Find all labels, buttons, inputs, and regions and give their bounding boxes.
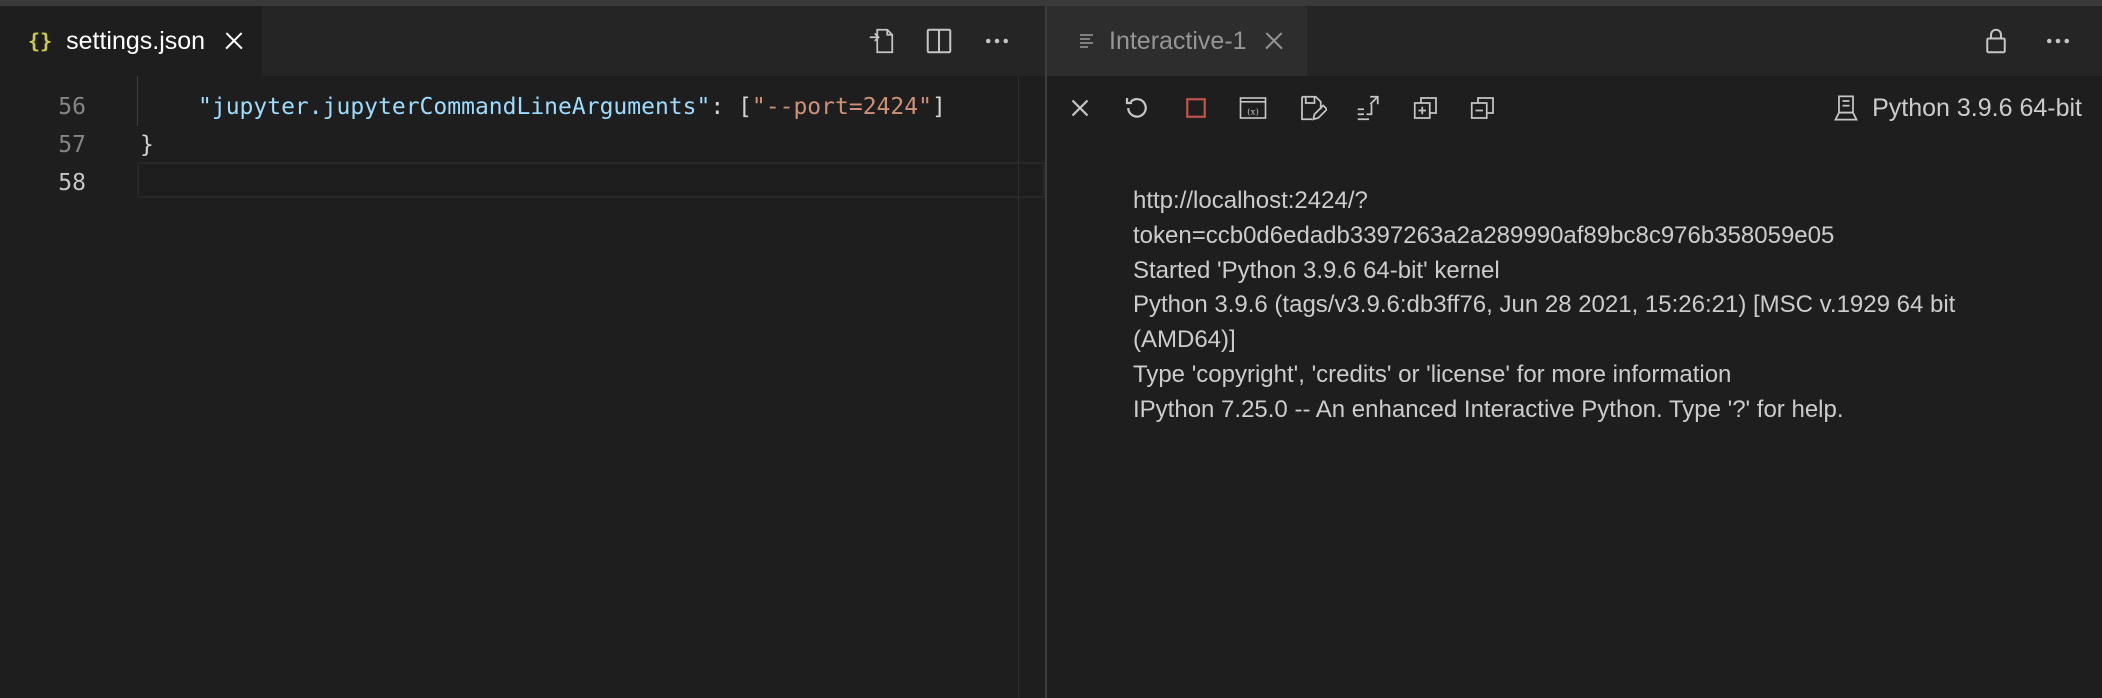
interactive-tab-bar: Interactive-1	[1047, 6, 2102, 76]
line-number: 56	[58, 94, 86, 120]
expand-all-icon[interactable]	[1406, 88, 1446, 128]
cell-output: http://localhost:2424/? token=ccb0d6edad…	[1133, 184, 2033, 428]
output-line: Python 3.9.6 (tags/v3.9.6:db3ff76, Jun 2…	[1133, 291, 1956, 319]
tab-settings-json[interactable]: {} settings.json	[0, 6, 262, 76]
output-line: (AMD64)]	[1133, 326, 1236, 354]
output-line: IPython 7.25.0 -- An enhanced Interactiv…	[1133, 395, 1844, 423]
editor-actions	[863, 6, 1015, 76]
interactive-toolbar: (x) Python 3.9.6 64-bit	[1047, 76, 2102, 140]
json-bracket-close: ]	[931, 94, 946, 120]
output-line: http://localhost:2424/?	[1133, 187, 1368, 214]
tab-label: settings.json	[66, 26, 206, 55]
lock-icon[interactable]	[1978, 23, 2014, 59]
code-text: "jupyter.jupyterCommandLineArguments": […	[198, 88, 946, 126]
svg-text:(x): (x)	[1247, 106, 1259, 117]
close-tab-icon[interactable]	[223, 30, 245, 52]
kernel-label: Python 3.9.6 64-bit	[1872, 93, 2082, 122]
interactive-window: Interactive-1 (x) Python 3.9.6 64-bit ht…	[1047, 6, 2102, 698]
variables-icon[interactable]: (x)	[1233, 88, 1273, 128]
json-colon: :	[710, 94, 739, 120]
restart-icon[interactable]	[1117, 88, 1157, 128]
json-bracket-open: [	[738, 94, 752, 120]
save-icon[interactable]	[1292, 88, 1332, 128]
tab-label: Interactive-1	[1109, 26, 1247, 55]
more-actions-icon[interactable]	[2040, 23, 2076, 59]
code-line[interactable]: 56 "jupyter.jupyterCommandLineArguments"…	[0, 88, 1045, 126]
split-editor-icon[interactable]	[921, 23, 957, 59]
code-line[interactable]: 57 }	[0, 126, 1045, 164]
interactive-actions	[1978, 6, 2076, 76]
interrupt-icon[interactable]	[1176, 88, 1216, 128]
open-changes-icon[interactable]	[863, 23, 899, 59]
server-icon	[1834, 95, 1859, 121]
line-number: 57	[58, 132, 86, 158]
list-icon	[1080, 34, 1093, 48]
code-line[interactable]: 58	[0, 164, 1045, 202]
code-text: }	[140, 132, 154, 158]
output-line: token=ccb0d6edadb3397263a2a289990af89bc8…	[1133, 221, 1835, 249]
settings-editor[interactable]: {} settings.json 56 "jupyter.jupyterComm…	[0, 6, 1045, 698]
output-line: Started 'Python 3.9.6 64-bit' kernel	[1133, 256, 1500, 284]
clear-all-icon[interactable]	[1060, 88, 1100, 128]
line-number: 58	[58, 170, 86, 196]
json-braces-icon: {}	[28, 29, 53, 53]
json-string-value: "--port=2424"	[751, 94, 932, 120]
json-key: "jupyter.jupyterCommandLineArguments"	[198, 94, 711, 120]
more-actions-icon[interactable]	[979, 23, 1015, 59]
export-icon[interactable]	[1349, 88, 1389, 128]
tab-interactive-1[interactable]: Interactive-1	[1047, 6, 1307, 76]
editor-tab-bar: {} settings.json	[0, 6, 1045, 76]
kernel-picker[interactable]: Python 3.9.6 64-bit	[1832, 88, 2082, 128]
close-tab-icon[interactable]	[1263, 30, 1285, 52]
output-line: Type 'copyright', 'credits' or 'license'…	[1133, 360, 1732, 388]
collapse-all-icon[interactable]	[1463, 88, 1503, 128]
